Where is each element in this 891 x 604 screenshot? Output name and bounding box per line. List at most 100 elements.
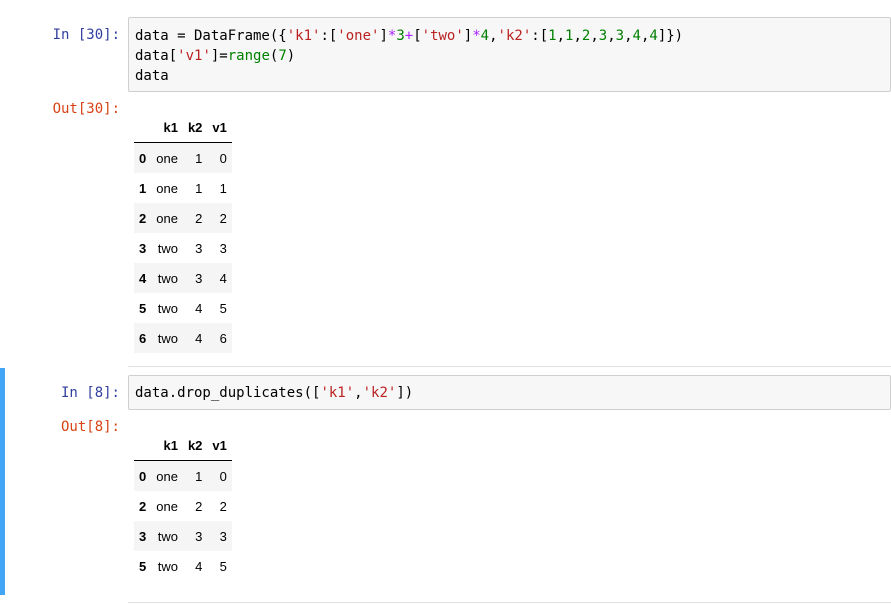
table-row: 6 two 4 6: [134, 323, 232, 353]
table-cell: two: [157, 528, 178, 544]
code-token: 3: [396, 28, 405, 44]
table-cell: 2: [219, 498, 227, 514]
row-index: 3: [139, 240, 147, 256]
column-header: k1: [151, 113, 183, 143]
row-index: 6: [139, 330, 147, 346]
table-cell: two: [157, 270, 178, 286]
table-cell: one: [156, 150, 178, 166]
table-cell: 1: [195, 150, 203, 166]
code-token: ,: [354, 385, 363, 401]
input-prompt: In [30]:: [52, 27, 120, 43]
code-token: 7: [278, 48, 287, 64]
code-line: data = DataFrame({'k1':['one']*3+['two']…: [135, 26, 884, 46]
dataframe-output: k1 k2 v1 0 one 1 0 2 one 2 2 3 two 3 3 5 two 4 5: [134, 431, 232, 581]
table-row: 2 one 2 2: [134, 491, 232, 521]
code-token: 'k1': [320, 385, 355, 401]
dataframe-output: k1 k2 v1 0 one 1 0 1 one 1 1 2 one 2 2 3 two 3 3 4 two 3 4 5 two…: [134, 113, 232, 353]
column-header: k1: [151, 431, 183, 461]
row-index: 3: [139, 528, 147, 544]
table-cell: 2: [195, 210, 203, 226]
table-row: 3 two 3 3: [134, 521, 232, 551]
table-cell: 4: [195, 558, 203, 574]
table-row: 1 one 1 1: [134, 173, 232, 203]
code-token: 'two': [421, 28, 464, 44]
table-row: 3 two 3 3: [134, 233, 232, 263]
row-index: 0: [139, 468, 147, 484]
table-cell: 6: [219, 330, 227, 346]
table-cell: 3: [195, 270, 203, 286]
code-token: ,: [489, 28, 498, 44]
column-header: v1: [207, 431, 232, 461]
row-index: 4: [139, 270, 147, 286]
notebook-cell-8[interactable]: In [8]: data.drop_duplicates(['k1','k2']…: [0, 368, 891, 595]
row-index: 2: [139, 498, 147, 514]
code-token: :[: [320, 28, 338, 44]
table-cell: 0: [219, 468, 227, 484]
table-cell: one: [156, 210, 178, 226]
code-token: 'v1': [177, 48, 211, 64]
code-token: 'k2': [497, 28, 532, 44]
table-cell: one: [156, 498, 178, 514]
code-token: *: [472, 28, 481, 44]
table-cell: one: [156, 180, 178, 196]
code-token: ,: [556, 28, 565, 44]
code-token: data.drop_duplicates([: [135, 385, 321, 401]
column-header: k2: [182, 431, 208, 461]
code-token: 4: [649, 28, 658, 44]
code-token: 'one': [337, 28, 380, 44]
table-cell: 5: [219, 558, 227, 574]
code-token: ]}): [657, 28, 684, 44]
input-prompt: In [8]:: [60, 385, 120, 401]
table-cell: 1: [219, 180, 227, 196]
code-token: ,: [624, 28, 633, 44]
code-token: ): [286, 48, 296, 64]
code-token: data[: [135, 48, 178, 64]
table-cell: 2: [219, 210, 227, 226]
index-header: [134, 431, 152, 461]
row-index: 5: [139, 558, 147, 574]
output-prompt: Out[8]:: [60, 419, 120, 435]
code-token: ]): [396, 385, 414, 401]
index-header: [134, 113, 152, 143]
table-row: 2 one 2 2: [134, 203, 232, 233]
code-token: 3: [598, 28, 608, 44]
table-row: 5 two 4 5: [134, 551, 232, 581]
row-index: 2: [139, 210, 147, 226]
code-token: 3: [615, 28, 625, 44]
table-cell: 3: [195, 240, 203, 256]
code-token: [: [413, 28, 422, 44]
code-token: :[: [531, 28, 549, 44]
table-cell: two: [157, 240, 178, 256]
table-cell: 2: [195, 498, 203, 514]
code-line: data: [135, 66, 884, 86]
code-token: 4: [480, 28, 490, 44]
table-cell: 5: [219, 300, 227, 316]
notebook-cell-30[interactable]: In [30]: data = DataFrame({'k1':['one']*…: [0, 0, 891, 365]
column-header: v1: [207, 113, 232, 143]
table-row: 0 one 1 0: [134, 460, 232, 491]
cell-divider: [128, 366, 891, 367]
code-token: data: [135, 68, 169, 84]
code-token: ,: [573, 28, 582, 44]
table-cell: 1: [195, 468, 203, 484]
table-cell: 4: [195, 300, 203, 316]
table-row: 0 one 1 0: [134, 142, 232, 173]
code-token: 'k2': [362, 385, 397, 401]
table-cell: two: [157, 558, 178, 574]
code-token: ,: [607, 28, 616, 44]
code-token: 1: [548, 28, 557, 44]
code-token: 'k1': [286, 28, 321, 44]
code-token: data = DataFrame({: [135, 28, 287, 44]
row-index: 5: [139, 300, 147, 316]
table-cell: 4: [195, 330, 203, 346]
output-prompt: Out[30]:: [52, 101, 120, 117]
table-cell: one: [156, 468, 178, 484]
code-input-area[interactable]: data = DataFrame({'k1':['one']*3+['two']…: [128, 17, 891, 92]
code-token: +: [404, 28, 414, 44]
code-input-area[interactable]: data.drop_duplicates(['k1','k2']): [128, 375, 891, 410]
table-row: 5 two 4 5: [134, 293, 232, 323]
code-token: ]=: [210, 48, 228, 64]
code-line: data.drop_duplicates(['k1','k2']): [135, 383, 884, 403]
row-index: 0: [139, 150, 147, 166]
cell-divider: [128, 602, 891, 603]
